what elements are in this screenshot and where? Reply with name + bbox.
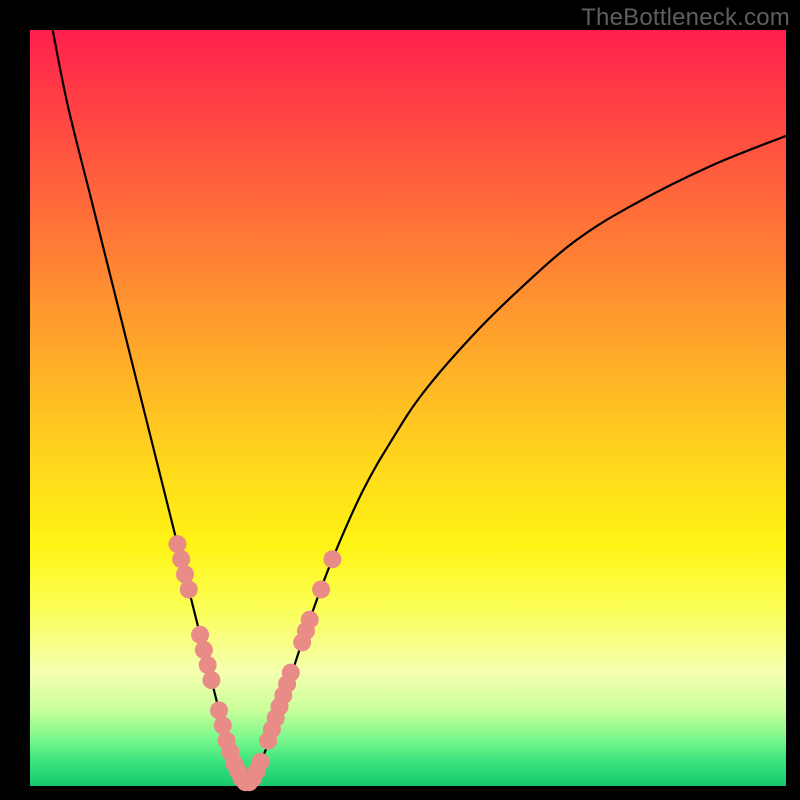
plot-area	[30, 30, 786, 786]
marker-point	[252, 753, 270, 771]
watermark-text: TheBottleneck.com	[581, 4, 790, 32]
curve-svg	[30, 30, 786, 786]
marker-point	[176, 565, 194, 583]
marker-point	[172, 550, 190, 568]
marker-point	[301, 611, 319, 629]
chart-frame: TheBottleneck.com	[0, 0, 800, 800]
marker-group	[168, 535, 341, 791]
marker-point	[312, 580, 330, 598]
marker-point	[180, 580, 198, 598]
marker-point	[323, 550, 341, 568]
marker-point	[282, 664, 300, 682]
marker-point	[210, 701, 228, 719]
marker-point	[195, 641, 213, 659]
marker-point	[202, 671, 220, 689]
marker-point	[168, 535, 186, 553]
marker-point	[191, 626, 209, 644]
curve-right-branch	[245, 136, 786, 786]
marker-point	[214, 717, 232, 735]
marker-point	[199, 656, 217, 674]
curve-left-branch	[53, 30, 246, 786]
